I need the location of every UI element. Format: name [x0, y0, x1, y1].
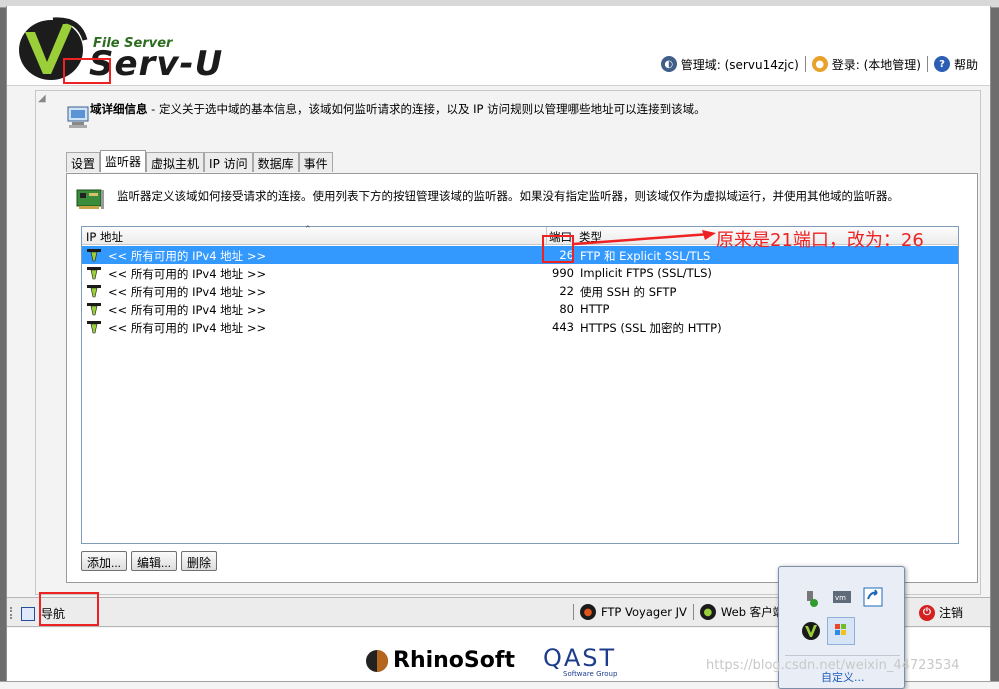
- add-listener-button[interactable]: 添加...: [81, 551, 128, 571]
- signout-label: 注销: [939, 606, 964, 620]
- edit-listener-button[interactable]: 编辑...: [131, 551, 178, 571]
- delete-listener-button[interactable]: 删除: [181, 551, 218, 571]
- windows-flag-icon[interactable]: [827, 617, 855, 645]
- ftp-voyager-label: FTP Voyager JV: [601, 605, 687, 619]
- user-icon: ●: [811, 56, 828, 72]
- header-links: ◐ 管理域: (servu14zjc) ● 登录: (本地管理) ? 帮助: [660, 54, 978, 74]
- annotation-arrow-icon: [573, 230, 716, 246]
- listener-icon: [87, 285, 101, 298]
- domain-icon: ◐: [660, 56, 677, 72]
- serv-u-logo: File Server Serv-U: [13, 10, 253, 86]
- login-label: 登录: (本地管理): [831, 57, 921, 72]
- qast-subtitle: Software Group: [563, 670, 618, 678]
- domain-details-panel: 域详细信息 - 定义关于选中域的基本信息，该域如何监听请求的连接，以及 IP 访…: [35, 90, 981, 595]
- rhinosoft-icon: [366, 649, 388, 672]
- header-bar: File Server Serv-U ◐ 管理域: (servu14zjc) ●…: [7, 6, 990, 86]
- annotation-text: 原来是21端口，改为：26: [716, 230, 924, 251]
- row-type: FTP 和 Explicit SSL/TLS: [580, 249, 711, 263]
- separator: [692, 604, 694, 620]
- listener-description: 监听器定义该域如何接受请求的连接。使用列表下方的按钮管理该域的监听器。如果没有指…: [117, 189, 899, 203]
- web-client-link[interactable]: ● Web 客户端: [699, 604, 785, 620]
- computer-icon: [67, 106, 89, 128]
- row-type: Implicit FTPS (SSL/TLS): [580, 266, 712, 280]
- column-header-ip[interactable]: IP 地址: [86, 229, 123, 245]
- row-ip: << 所有可用的 IPv4 地址 >>: [108, 249, 267, 263]
- row-ip: << 所有可用的 IPv4 地址 >>: [108, 285, 267, 299]
- qast-logo: QAST: [543, 644, 617, 672]
- watermark-text: https://blog.csdn.net/weixin_44723534: [706, 658, 960, 673]
- listener-icon: [87, 303, 101, 316]
- listener-tab-highlight: [63, 58, 111, 84]
- list-row-listener-4[interactable]: << 所有可用的 IPv4 地址 >> 80 HTTP: [82, 300, 958, 318]
- login-link[interactable]: ● 登录: (本地管理): [811, 56, 921, 73]
- domain-info-title: 域详细信息: [90, 102, 148, 116]
- separator: [804, 56, 806, 72]
- tab-settings[interactable]: 设置: [66, 152, 101, 172]
- listener-buttons: 添加... 编辑... 删除: [81, 551, 218, 571]
- svg-text:vm: vm: [835, 594, 846, 602]
- separator: [573, 604, 574, 620]
- help-icon: ?: [933, 56, 950, 72]
- listener-icon: [87, 321, 101, 334]
- bottom-links: ● FTP Voyager JV ● Web 客户端: [573, 604, 784, 620]
- domain-info-description: - 定义关于选中域的基本信息，该域如何监听请求的连接，以及 IP 访问规则以管理…: [147, 102, 706, 116]
- row-type: HTTP: [580, 302, 610, 316]
- usb-device-icon[interactable]: [801, 589, 821, 609]
- ftp-voyager-link[interactable]: ● FTP Voyager JV: [580, 604, 687, 620]
- tab-strip: 设置 监听器 虚拟主机 IP 访问 数据库 事件: [66, 150, 333, 173]
- listener-icon: [87, 249, 101, 262]
- tab-events[interactable]: 事件: [298, 152, 333, 172]
- network-card-icon: [76, 189, 104, 209]
- web-client-label: Web 客户端: [720, 605, 785, 619]
- help-label: 帮助: [953, 57, 978, 72]
- list-row-listener-3[interactable]: << 所有可用的 IPv4 地址 >> 22 使用 SSH 的 SFTP: [82, 282, 958, 300]
- web-client-icon: ●: [699, 604, 716, 620]
- row-port: 22: [559, 284, 574, 298]
- row-ip: << 所有可用的 IPv4 地址 >>: [108, 267, 267, 281]
- listener-list[interactable]: ⌃ IP 地址 端口 类型 << 所有可用的 IPv4 地址 >> 26 FTP…: [81, 225, 959, 544]
- rhinosoft-label: RhinoSoft: [393, 648, 515, 673]
- row-port: 80: [559, 302, 574, 316]
- row-ip: << 所有可用的 IPv4 地址 >>: [108, 303, 267, 317]
- row-port: 990: [552, 266, 574, 280]
- ftp-voyager-icon: ●: [580, 604, 596, 620]
- navigation-highlight: [39, 592, 99, 626]
- power-icon: ⏻: [919, 604, 935, 621]
- toolbar-grip[interactable]: [10, 607, 14, 619]
- row-type: HTTPS (SSL 加密的 HTTP): [580, 321, 722, 335]
- rhinosoft-logo: RhinoSoft: [365, 648, 515, 673]
- row-ip: << 所有可用的 IPv4 地址 >>: [108, 321, 267, 335]
- tab-virtual-hosts[interactable]: 虚拟主机: [146, 152, 205, 172]
- list-row-listener-5[interactable]: << 所有可用的 IPv4 地址 >> 443 HTTPS (SSL 加密的 H…: [82, 318, 958, 336]
- serv-u-tray-icon[interactable]: [801, 621, 821, 641]
- sort-ascending-icon: ⌃: [304, 225, 312, 235]
- manage-domain-label: 管理域: (servu14zjc): [680, 57, 799, 72]
- list-row-listener-2[interactable]: << 所有可用的 IPv4 地址 >> 990 Implicit FTPS (S…: [82, 264, 958, 282]
- row-port: 443: [552, 320, 574, 334]
- vmware-icon[interactable]: vm: [832, 587, 852, 607]
- tab-database[interactable]: 数据库: [252, 152, 299, 172]
- domain-info-text: 域详细信息 - 定义关于选中域的基本信息，该域如何监听请求的连接，以及 IP 访…: [90, 101, 706, 117]
- navigation-icon: [21, 606, 35, 621]
- manage-domain-link[interactable]: ◐ 管理域: (servu14zjc): [660, 56, 799, 73]
- signout-button[interactable]: ⏻ 注销: [919, 604, 963, 621]
- sync-app-icon[interactable]: [863, 587, 883, 607]
- separator: [926, 56, 928, 72]
- resize-grip-icon[interactable]: ◢: [38, 93, 46, 104]
- help-link[interactable]: ? 帮助: [933, 56, 978, 73]
- tab-listeners[interactable]: 监听器: [100, 150, 147, 172]
- listener-icon: [87, 267, 101, 280]
- tray-separator: [785, 655, 900, 656]
- tab-ip-access[interactable]: IP 访问: [204, 152, 253, 172]
- row-type: 使用 SSH 的 SFTP: [580, 285, 677, 299]
